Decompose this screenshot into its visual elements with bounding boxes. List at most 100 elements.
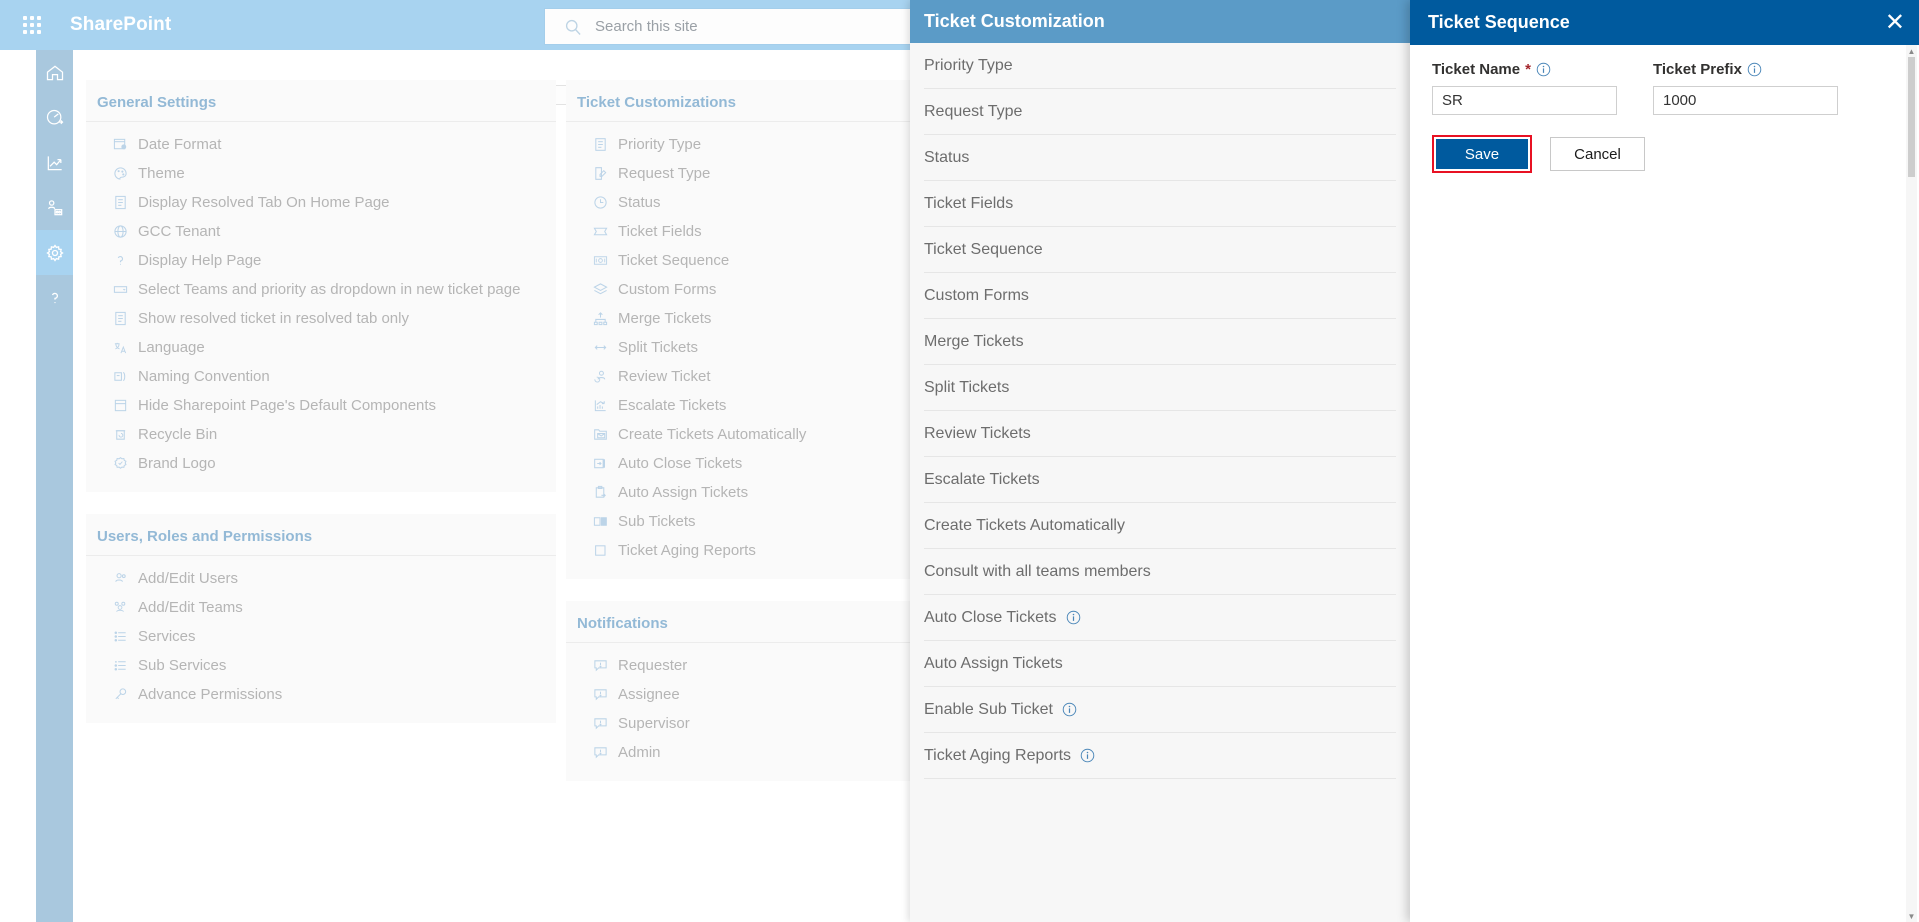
scroll-thumb[interactable]: [1908, 57, 1915, 177]
ticket-icon: [592, 224, 608, 240]
settings-item-services[interactable]: Services: [86, 622, 556, 651]
ticket-item-merge-tickets[interactable]: Merge Tickets: [566, 304, 916, 333]
info-icon[interactable]: [1747, 62, 1762, 77]
info-icon[interactable]: [1066, 610, 1081, 625]
save-button[interactable]: Save: [1436, 139, 1528, 169]
card-users-roles-permissions: Users, Roles and Permissions Add/Edit Us…: [86, 514, 556, 723]
panel-item-auto-assign-tickets[interactable]: Auto Assign Tickets: [924, 641, 1396, 687]
app-launcher-button[interactable]: [8, 16, 56, 34]
ticket-item-auto-close-tickets[interactable]: Auto Close Tickets: [566, 449, 916, 478]
panel-item-label: Create Tickets Automatically: [924, 516, 1125, 534]
question-icon: [112, 253, 128, 269]
ticket-item-status[interactable]: Status: [566, 188, 916, 217]
settings-item-theme[interactable]: Theme: [86, 159, 556, 188]
panel-item-merge-tickets[interactable]: Merge Tickets: [924, 319, 1396, 365]
settings-item-show-resolved-only[interactable]: Show resolved ticket in resolved tab onl…: [86, 304, 556, 333]
settings-item-display-help-page[interactable]: Display Help Page: [86, 246, 556, 275]
settings-item-label: Language: [138, 339, 205, 356]
ticket-item-create-tickets-automatically[interactable]: Create Tickets Automatically: [566, 420, 916, 449]
settings-item-label: Show resolved ticket in resolved tab onl…: [138, 310, 409, 327]
notification-item-assignee[interactable]: Assignee: [566, 680, 916, 709]
save-button-highlight: Save: [1432, 135, 1532, 173]
panel-item-split-tickets[interactable]: Split Tickets: [924, 365, 1396, 411]
panel-item-create-tickets-automatically[interactable]: Create Tickets Automatically: [924, 503, 1396, 549]
settings-item-label: Display Help Page: [138, 252, 262, 269]
ticket-prefix-input[interactable]: [1653, 86, 1838, 115]
panel-item-escalate-tickets[interactable]: Escalate Tickets: [924, 457, 1396, 503]
ticket-item-auto-assign-tickets[interactable]: Auto Assign Tickets: [566, 478, 916, 507]
panel-item-ticket-aging-reports[interactable]: Ticket Aging Reports: [924, 733, 1396, 779]
panel-item-label: Auto Close Tickets: [924, 608, 1057, 626]
ticket-item-escalate-tickets[interactable]: Escalate Tickets: [566, 391, 916, 420]
ticket-item-label: Escalate Tickets: [618, 397, 727, 414]
panel-item-custom-forms[interactable]: Custom Forms: [924, 273, 1396, 319]
settings-item-brand-logo[interactable]: Brand Logo: [86, 449, 556, 478]
panel-item-label: Ticket Aging Reports: [924, 746, 1072, 764]
panel-item-review-tickets[interactable]: Review Tickets: [924, 411, 1396, 457]
review-person-icon: [592, 369, 608, 385]
panel-item-status[interactable]: Status: [924, 135, 1396, 181]
notification-item-supervisor[interactable]: Supervisor: [566, 709, 916, 738]
settings-item-language[interactable]: Language: [86, 333, 556, 362]
panel-item-ticket-sequence[interactable]: Ticket Sequence: [924, 227, 1396, 273]
panel-item-label: Split Tickets: [924, 378, 1010, 396]
dialog-header: Ticket Sequence ✕: [1410, 0, 1919, 45]
panel-item-priority-type[interactable]: Priority Type: [924, 43, 1396, 89]
settings-item-label: Theme: [138, 165, 185, 182]
panel-item-request-type[interactable]: Request Type: [924, 89, 1396, 135]
clock-icon: [592, 195, 608, 211]
sharepoint-brand[interactable]: SharePoint: [70, 14, 171, 36]
panel-item-consult-with-all-teams-members[interactable]: Consult with all teams members: [924, 549, 1396, 595]
ticket-item-label: Create Tickets Automatically: [618, 426, 807, 443]
dialog-button-row: Save Cancel: [1432, 135, 1897, 173]
panel-item-enable-sub-ticket[interactable]: Enable Sub Ticket: [924, 687, 1396, 733]
settings-item-add-edit-teams[interactable]: Add/Edit Teams: [86, 593, 556, 622]
ticket-item-split-tickets[interactable]: Split Tickets: [566, 333, 916, 362]
rail-item-teams[interactable]: [36, 185, 73, 230]
notification-item-requester[interactable]: Requester: [566, 651, 916, 680]
settings-item-sub-services[interactable]: Sub Services: [86, 651, 556, 680]
info-icon[interactable]: [1062, 702, 1077, 717]
panel-title: Ticket Customization: [924, 11, 1105, 31]
ticket-item-ticket-fields[interactable]: Ticket Fields: [566, 217, 916, 246]
rail-item-home[interactable]: [36, 50, 73, 95]
rail-item-help[interactable]: [36, 275, 73, 320]
settings-item-naming-convention[interactable]: Naming Convention: [86, 362, 556, 391]
rename-icon: [112, 369, 128, 385]
settings-item-hide-default-components[interactable]: Hide Sharepoint Page's Default Component…: [86, 391, 556, 420]
settings-item-advance-permissions[interactable]: Advance Permissions: [86, 680, 556, 709]
ticket-item-ticket-aging-reports[interactable]: Ticket Aging Reports: [566, 536, 916, 565]
ticket-item-ticket-sequence[interactable]: Ticket Sequence: [566, 246, 916, 275]
settings-item-select-teams-dropdown[interactable]: Select Teams and priority as dropdown in…: [86, 275, 556, 304]
rail-item-reports[interactable]: [36, 140, 73, 185]
info-icon[interactable]: [1536, 62, 1551, 77]
dialog-scrollbar[interactable]: ▲ ▼: [1906, 45, 1917, 922]
scroll-up-arrow[interactable]: ▲: [1906, 45, 1917, 57]
rail-item-dashboard[interactable]: [36, 95, 73, 140]
ticket-name-label: Ticket Name: [1432, 61, 1521, 78]
ticket-item-custom-forms[interactable]: Custom Forms: [566, 275, 916, 304]
settings-item-recycle-bin[interactable]: Recycle Bin: [86, 420, 556, 449]
ticket-item-sub-tickets[interactable]: Sub Tickets: [566, 507, 916, 536]
settings-item-date-format[interactable]: Date Format: [86, 130, 556, 159]
ticket-item-priority-type[interactable]: Priority Type: [566, 130, 916, 159]
rail-item-settings[interactable]: [36, 230, 73, 275]
settings-item-gcc-tenant[interactable]: GCC Tenant: [86, 217, 556, 246]
scroll-down-arrow[interactable]: ▼: [1906, 910, 1917, 922]
ticket-name-input[interactable]: [1432, 86, 1617, 115]
split-icon: [592, 340, 608, 356]
settings-item-display-resolved-tab[interactable]: Display Resolved Tab On Home Page: [86, 188, 556, 217]
settings-item-add-edit-users[interactable]: Add/Edit Users: [86, 564, 556, 593]
panel-item-auto-close-tickets[interactable]: Auto Close Tickets: [924, 595, 1396, 641]
search-icon: [565, 19, 581, 35]
cancel-button[interactable]: Cancel: [1550, 137, 1645, 171]
ticket-item-request-type[interactable]: Request Type: [566, 159, 916, 188]
close-icon[interactable]: ✕: [1885, 10, 1905, 35]
clipboard-arrow-icon: [592, 485, 608, 501]
notification-item-admin[interactable]: Admin: [566, 738, 916, 767]
money-icon: [592, 253, 608, 269]
search-placeholder: Search this site: [595, 18, 698, 35]
panel-item-ticket-fields[interactable]: Ticket Fields: [924, 181, 1396, 227]
ticket-item-review-ticket[interactable]: Review Ticket: [566, 362, 916, 391]
info-icon[interactable]: [1080, 748, 1095, 763]
